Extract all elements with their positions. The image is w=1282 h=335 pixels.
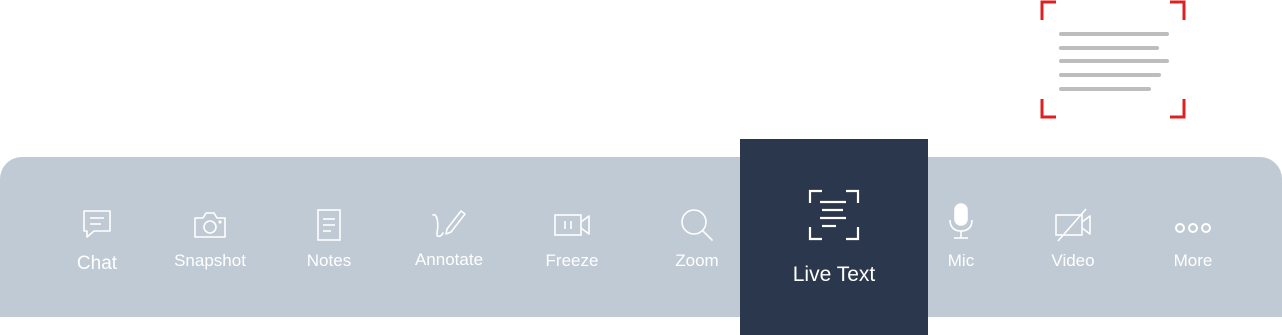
scan-text-line — [1059, 73, 1161, 77]
scan-text-line — [1059, 87, 1151, 91]
microphone-icon — [941, 201, 981, 241]
live-text-label: Live Text — [792, 263, 876, 286]
more-dots-icon — [1173, 205, 1213, 245]
call-toolbar: Chat Snapshot Notes Annotate Freeze Zoom… — [0, 139, 1282, 335]
scan-text-line — [1059, 46, 1159, 50]
magnifier-icon — [677, 205, 717, 245]
chat-label: Chat — [76, 253, 118, 274]
live-text-button[interactable]: Live Text — [740, 139, 928, 335]
video-label: Video — [1051, 251, 1095, 270]
annotate-label: Annotate — [414, 250, 484, 269]
scan-text-line — [1059, 32, 1169, 36]
mic-label: Mic — [947, 251, 975, 270]
video-off-icon — [1053, 205, 1093, 245]
chat-icon — [77, 205, 117, 245]
freeze-label: Freeze — [545, 251, 599, 270]
notes-button[interactable]: Notes — [294, 157, 364, 317]
zoom-label: Zoom — [675, 251, 719, 270]
camera-icon — [190, 205, 230, 245]
scan-target-frame — [1040, 0, 1186, 119]
snapshot-label: Snapshot — [174, 251, 246, 270]
annotate-button[interactable]: Annotate — [404, 157, 494, 317]
scan-text-icon — [806, 187, 862, 243]
snapshot-button[interactable]: Snapshot — [164, 157, 256, 317]
more-button[interactable]: More — [1158, 157, 1228, 317]
video-button[interactable]: Video — [1038, 157, 1108, 317]
live-text-stage: Chat Snapshot Notes Annotate Freeze Zoom… — [0, 0, 1282, 335]
chat-button[interactable]: Chat — [62, 157, 132, 317]
zoom-button[interactable]: Zoom — [664, 157, 730, 317]
notes-label: Notes — [306, 251, 352, 270]
freeze-video-icon — [552, 205, 592, 245]
scan-text-line — [1059, 59, 1169, 63]
mic-button[interactable]: Mic — [934, 157, 988, 317]
pen-icon — [429, 203, 469, 243]
freeze-button[interactable]: Freeze — [534, 157, 610, 317]
more-label: More — [1173, 251, 1213, 270]
notes-icon — [309, 205, 349, 245]
